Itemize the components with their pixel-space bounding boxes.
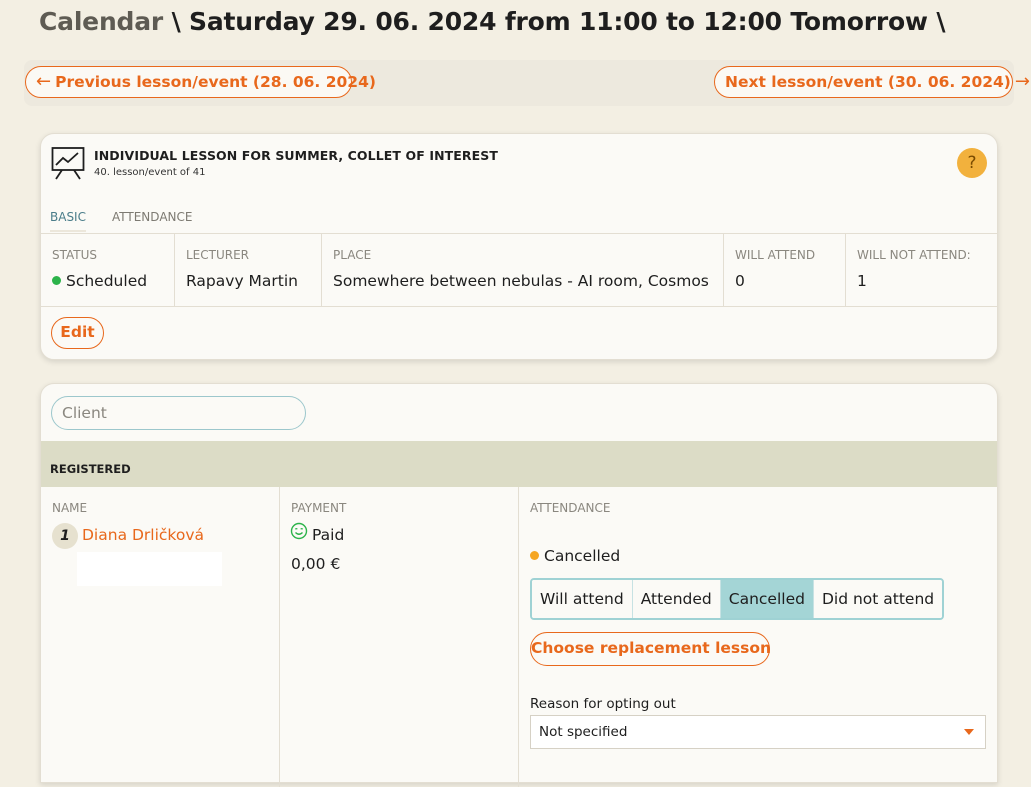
payment-status: Paid [312, 526, 345, 544]
lesson-info-row: STATUS Scheduled LECTURER Rapavy Martin … [41, 233, 997, 307]
lecturer-label: LECTURER [186, 248, 250, 262]
client-search-input[interactable] [51, 396, 306, 430]
breadcrumb-calendar[interactable]: Calendar [39, 7, 163, 36]
status-text: Scheduled [66, 272, 148, 290]
option-will-attend[interactable]: Will attend [532, 580, 633, 618]
previous-lesson-button[interactable]: ← Previous lesson/event (28. 06. 2024) [25, 66, 376, 98]
attendance-status-text: Cancelled [544, 547, 621, 565]
name-column-header: NAME [52, 501, 88, 515]
redacted-area [77, 552, 222, 586]
choose-replacement-lesson-button[interactable]: Choose replacement lesson [530, 632, 771, 666]
place-value: Somewhere between nebulas - AI room, Cos… [333, 272, 709, 290]
registered-table: NAME 1 Diana Drličková PAYMENT Paid 0,00… [41, 487, 997, 787]
lesson-title: INDIVIDUAL LESSON FOR SUMMER, COLLET OF … [94, 148, 498, 163]
lesson-counter: 40. lesson/event of 41 [94, 167, 206, 178]
smile-icon [290, 522, 308, 540]
attendance-column-header: ATTENDANCE [530, 501, 611, 515]
will-attend-label: WILL ATTEND [735, 248, 816, 262]
edit-button[interactable]: Edit [51, 317, 104, 349]
name-column: NAME 1 Diana Drličková [41, 487, 280, 787]
page-title: Saturday 29. 06. 2024 from 11:00 to 12:0… [189, 7, 928, 36]
reason-selected-value: Not specified [539, 724, 628, 740]
payment-column-header: PAYMENT [291, 501, 347, 515]
lesson-detail-card: INDIVIDUAL LESSON FOR SUMMER, COLLET OF … [40, 133, 998, 360]
arrow-right-icon: → [1014, 71, 1030, 92]
next-lesson-button[interactable]: Next lesson/event (30. 06. 2024) → [714, 66, 1030, 98]
registered-section-header: REGISTERED [41, 441, 997, 487]
registration-card: REGISTERED NAME 1 Diana Drličková PAYMEN… [40, 383, 998, 787]
client-name-link[interactable]: Diana Drličková [82, 526, 204, 544]
status-value: Scheduled [52, 272, 147, 290]
lesson-navigation: ← Previous lesson/event (28. 06. 2024) N… [24, 60, 1030, 106]
client-number-badge: 1 [52, 523, 78, 549]
status-label: STATUS [52, 248, 98, 262]
will-not-attend-label: WILL NOT ATTEND: [857, 248, 971, 262]
option-did-not-attend[interactable]: Did not attend [813, 580, 943, 618]
next-lesson-label: Next lesson/event (30. 06. 2024) [725, 72, 1011, 91]
attendance-dot-icon [530, 551, 539, 560]
will-not-attend-cell: WILL NOT ATTEND: 1 [846, 234, 997, 306]
breadcrumb-separator: \ [171, 7, 181, 36]
will-attend-cell: WILL ATTEND 0 [724, 234, 846, 306]
lecturer-cell: LECTURER Rapavy Martin [175, 234, 322, 306]
help-button[interactable]: ? [957, 148, 987, 178]
payment-column: PAYMENT Paid 0,00 € [280, 487, 519, 787]
page-heading: Calendar \ Saturday 29. 06. 2024 from 11… [39, 4, 945, 40]
attendance-segmented-control: Will attend Attended Cancelled Did not a… [530, 578, 945, 620]
option-cancelled[interactable]: Cancelled [720, 580, 814, 618]
tab-attendance[interactable]: ATTENDANCE [112, 210, 192, 230]
status-dot-icon [52, 276, 61, 285]
place-label: PLACE [333, 248, 372, 262]
attendance-column: ATTENDANCE Cancelled Will attend Attende… [519, 487, 997, 787]
reason-select[interactable]: Not specified [530, 715, 986, 749]
arrow-left-icon: ← [36, 71, 52, 92]
lecturer-value: Rapavy Martin [186, 272, 298, 290]
attendance-status: Cancelled [530, 547, 620, 565]
status-cell: STATUS Scheduled [41, 234, 175, 306]
option-attended[interactable]: Attended [632, 580, 721, 618]
reason-label: Reason for opting out [530, 696, 676, 712]
breadcrumb-separator-trailing: \ [936, 7, 946, 36]
payment-amount: 0,00 € [291, 555, 341, 573]
place-cell: PLACE Somewhere between nebulas - AI roo… [322, 234, 724, 306]
previous-lesson-label: Previous lesson/event (28. 06. 2024) [55, 72, 376, 91]
will-not-attend-value: 1 [857, 272, 867, 290]
presentation-board-icon [51, 147, 85, 180]
will-attend-value: 0 [735, 272, 745, 290]
chevron-down-icon [964, 729, 974, 735]
tab-basic[interactable]: BASIC [50, 210, 86, 232]
